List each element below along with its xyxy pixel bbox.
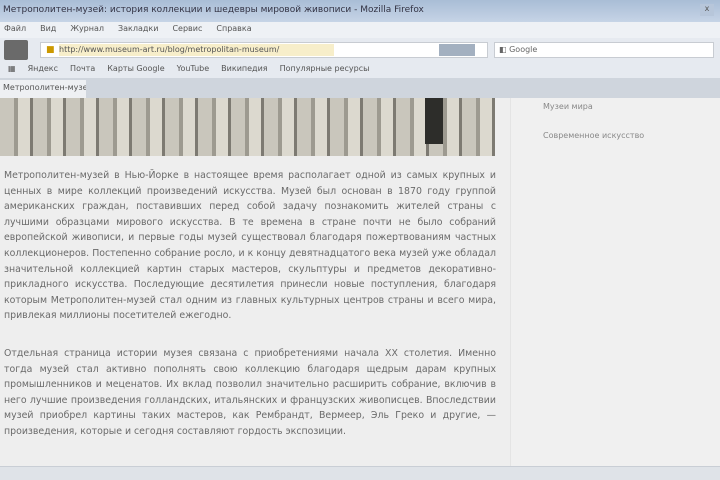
status-bar <box>0 466 720 480</box>
menu-history[interactable]: Журнал <box>70 24 104 36</box>
menu-bar: Файл Вид Журнал Закладки Сервис Справка <box>0 22 720 38</box>
article-body: Метрополитен-музей в Нью-Йорке в настоящ… <box>4 168 496 462</box>
menu-tools[interactable]: Сервис <box>172 24 202 36</box>
tab-active[interactable]: Метрополитен-музей <box>0 80 86 98</box>
menu-view[interactable]: Вид <box>40 24 56 36</box>
bookmark-item[interactable]: YouTube <box>177 64 210 76</box>
go-button[interactable] <box>439 44 475 56</box>
url-text: http://www.museum-art.ru/blog/metropolit… <box>59 45 280 54</box>
article-paragraph: Отдельная страница истории музея связана… <box>4 347 496 437</box>
url-bar[interactable]: ■ http://www.museum-art.ru/blog/metropol… <box>40 42 488 58</box>
header-banner-image <box>0 98 495 156</box>
menu-bookmarks[interactable]: Закладки <box>118 24 158 36</box>
close-button[interactable]: x <box>700 4 714 16</box>
site-icon: ■ <box>46 45 55 55</box>
window-title-bar: Метрополитен-музей: история коллекции и … <box>0 0 720 22</box>
bookmarks-icon: ▦ <box>8 64 16 73</box>
sidebar: Музеи мира Современное искусство <box>510 98 720 480</box>
search-placeholder: Google <box>509 45 538 54</box>
sidebar-link[interactable]: Современное искусство <box>543 131 644 140</box>
banner-detail <box>425 98 443 144</box>
bookmark-item[interactable]: Яндекс <box>28 64 58 76</box>
bookmark-item[interactable]: Почта <box>70 64 95 76</box>
menu-help[interactable]: Справка <box>216 24 251 36</box>
bookmark-item[interactable]: Карты Google <box>107 64 164 76</box>
bookmark-item[interactable]: Википедия <box>221 64 267 76</box>
article-paragraph: Метрополитен-музей в Нью-Йорке в настоящ… <box>4 170 496 322</box>
window-title: Метрополитен-музей: история коллекции и … <box>3 5 424 15</box>
menu-file[interactable]: Файл <box>4 24 26 36</box>
search-engine-icon: ◧ <box>499 45 510 54</box>
bookmarks-toolbar: ▦ Яндекс Почта Карты Google YouTube Вики… <box>0 62 720 78</box>
sidebar-link[interactable]: Музеи мира <box>543 102 593 111</box>
search-input[interactable]: ◧ Google <box>494 42 714 58</box>
tab-strip: Метрополитен-музей <box>0 78 720 98</box>
bookmark-item[interactable]: Популярные ресурсы <box>280 64 370 76</box>
navigation-toolbar: ■ http://www.museum-art.ru/blog/metropol… <box>0 38 720 62</box>
back-button[interactable] <box>4 40 28 60</box>
